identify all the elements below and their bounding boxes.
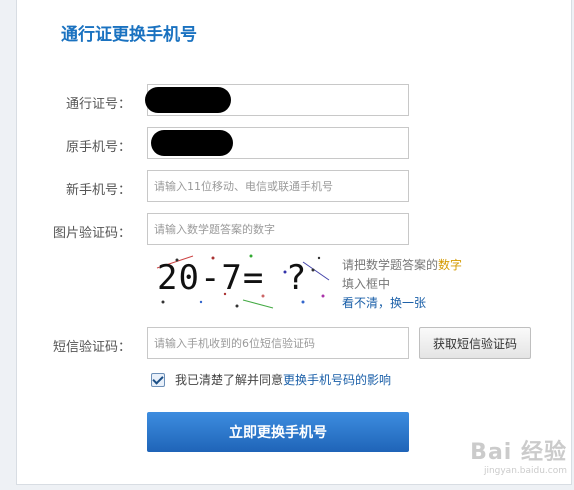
form-panel: 通行证更换手机号 通行证号： 原手机号： 新手机号： 图片验证码： bbox=[16, 0, 572, 485]
get-sms-code-button[interactable]: 获取短信验证码 bbox=[419, 327, 531, 359]
watermark-logo: Bai 经验 bbox=[470, 440, 567, 465]
agree-text: 我已清楚了解并同意 bbox=[175, 373, 284, 387]
agree-link[interactable]: 更换手机号码的影响 bbox=[283, 371, 391, 388]
captcha-hint: 请把数学题答案的数字 填入框中 看不清，换一张 bbox=[342, 256, 462, 313]
agree-checkbox[interactable] bbox=[151, 372, 165, 387]
redaction-mask bbox=[145, 87, 231, 113]
watermark-url: jingyan.baidu.com bbox=[483, 466, 567, 476]
page-title: 通行证更换手机号 bbox=[61, 25, 197, 45]
captcha-image[interactable]: 20-7= ? bbox=[153, 250, 331, 312]
new-phone-input[interactable] bbox=[147, 170, 409, 202]
refresh-captcha-link[interactable]: 看不清，换一张 bbox=[342, 294, 462, 313]
submit-button[interactable]: 立即更换手机号 bbox=[147, 412, 409, 452]
hint-line2: 填入框中 bbox=[342, 277, 391, 291]
sms-code-input[interactable] bbox=[147, 327, 409, 359]
captcha-text: 20-7= ? bbox=[157, 258, 308, 298]
captcha-label: 图片验证码： bbox=[52, 226, 131, 241]
watermark: Bai 经验 jingyan.baidu.com bbox=[470, 434, 567, 476]
hint-text: 请把数学题答案的 bbox=[342, 258, 439, 272]
sms-label: 短信验证码： bbox=[52, 340, 131, 355]
old-phone-label: 原手机号： bbox=[65, 140, 131, 155]
redaction-mask bbox=[151, 130, 233, 156]
agreement-row: 我已清楚了解并同意 更换手机号码的影响 bbox=[151, 371, 391, 388]
passport-label: 通行证号： bbox=[65, 97, 131, 112]
captcha-input[interactable] bbox=[147, 213, 409, 245]
new-phone-label: 新手机号： bbox=[65, 183, 131, 198]
hint-accent: 数字 bbox=[438, 258, 463, 272]
